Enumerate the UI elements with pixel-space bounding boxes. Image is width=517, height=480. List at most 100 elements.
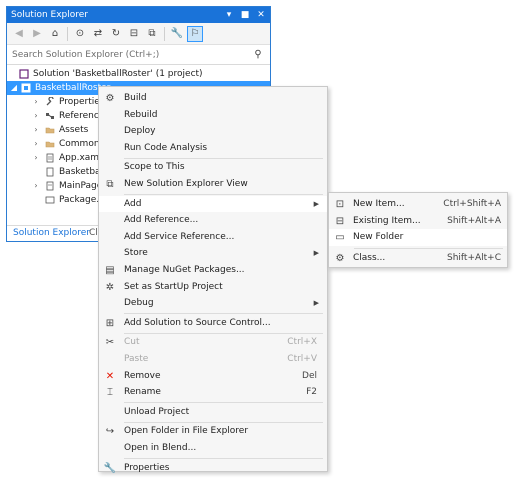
new-item-icon: ⊡	[335, 199, 345, 210]
menu-item-run-code-analysis[interactable]: Run Code Analysis	[99, 140, 327, 157]
menu-item-debug[interactable]: Debug ▶	[99, 295, 327, 312]
menu-item-set-as-startup-project[interactable]: ✲ Set as StartUp Project	[99, 279, 327, 296]
rename-icon: ⌶	[107, 387, 113, 399]
expand-arrow-icon[interactable]: ›	[31, 179, 41, 193]
submenu-arrow-icon: ▶	[313, 299, 319, 308]
back-icon[interactable]: ◀	[11, 26, 27, 42]
menu-item-label: Existing Item...	[353, 215, 421, 226]
menu-item-deploy[interactable]: Deploy	[99, 123, 327, 140]
search-placeholder: Search Solution Explorer (Ctrl+;)	[12, 50, 160, 60]
tab-solution-explorer[interactable]: Solution Explorer	[9, 226, 94, 241]
open-folder-icon: ↪	[105, 426, 115, 438]
menu-item-label: New Item...	[353, 199, 405, 209]
tree-item-label: Common	[59, 139, 100, 149]
sync-icon[interactable]: ⇄	[90, 26, 106, 42]
menu-item-label: Store	[124, 248, 148, 259]
tree-item-solution[interactable]: Solution 'BasketballRoster' (1 project)	[7, 67, 270, 81]
menu-item-properties[interactable]: 🔧 Properties	[99, 460, 327, 477]
menu-item-label: Deploy	[124, 126, 156, 137]
menu-item-label: Paste	[124, 354, 149, 364]
menu-item-unload-project[interactable]: Unload Project	[99, 404, 327, 421]
remove-icon: ✕	[105, 370, 115, 382]
file-icon	[46, 167, 54, 177]
home-icon[interactable]: ⌂	[47, 26, 63, 42]
close-icon[interactable]: ✕	[256, 7, 266, 23]
class-icon: ⚙	[335, 252, 345, 264]
solution-explorer-toolbar: ◀ ▶ ⌂ ⊙ ⇄ ↻ ⊟ ⧉ 🔧 ⚐	[7, 23, 270, 45]
solution-icon	[19, 69, 29, 79]
preview-selected-items-icon[interactable]: ⚐	[187, 25, 203, 42]
menu-item-shortcut: F2	[306, 387, 317, 398]
refresh-icon[interactable]: ↻	[108, 26, 124, 42]
new-folder-icon: ▭	[335, 232, 345, 243]
expand-arrow-icon[interactable]: ›	[31, 95, 41, 109]
solution-explorer-title: Solution Explorer	[11, 10, 88, 20]
project-icon	[21, 83, 31, 93]
existing-item-icon: ⊟	[335, 215, 345, 227]
nuget-icon: ▤	[105, 265, 115, 276]
submenu-item-existing-item[interactable]: ⊟ Existing Item... Shift+Alt+A	[329, 213, 507, 230]
menu-item-label: Debug	[124, 298, 154, 309]
show-all-files-icon[interactable]: ⧉	[144, 26, 160, 42]
menu-item-label: Rebuild	[124, 109, 158, 120]
menu-item-cut[interactable]: ✂ Cut Ctrl+X	[99, 334, 327, 351]
menu-separator	[354, 247, 503, 249]
expand-arrow-icon[interactable]: ›	[31, 109, 41, 123]
properties-wrench-icon[interactable]: 🔧	[169, 26, 185, 42]
menu-item-label: Rename	[124, 387, 161, 398]
submenu-arrow-icon: ▶	[313, 199, 319, 208]
menu-item-label: Open Folder in File Explorer	[124, 426, 249, 437]
collapse-arrow-icon[interactable]: ◢	[9, 81, 19, 95]
menu-item-add[interactable]: Add ▶	[99, 195, 327, 213]
menu-item-label: Manage NuGet Packages...	[124, 265, 245, 275]
menu-item-add-service-reference[interactable]: Add Service Reference...	[99, 229, 327, 246]
submenu-item-new-item[interactable]: ⊡ New Item... Ctrl+Shift+A	[329, 196, 507, 213]
menu-item-label: Add Service Reference...	[124, 231, 235, 242]
references-icon	[46, 113, 54, 119]
menu-item-store[interactable]: Store ▶	[99, 245, 327, 262]
search-input[interactable]: Search Solution Explorer (Ctrl+;) ⚲	[7, 45, 270, 65]
menu-item-scope-to-this[interactable]: Scope to This	[99, 159, 327, 176]
menu-item-label: Run Code Analysis	[124, 142, 208, 153]
add-submenu: ⊡ New Item... Ctrl+Shift+A ⊟ Existing Item..…	[328, 192, 508, 268]
build-icon: ⚙	[105, 93, 115, 104]
gear-icon: ✲	[105, 281, 115, 293]
scissors-icon: ✂	[105, 337, 115, 349]
menu-item-build[interactable]: ⚙ Build	[99, 90, 327, 107]
submenu-item-new-folder[interactable]: ▭ New Folder	[329, 229, 507, 246]
menu-item-new-solution-explorer-view[interactable]: ⧉ New Solution Explorer View	[99, 176, 327, 193]
submenu-arrow-icon: ▶	[313, 249, 319, 258]
tree-item-label: App.xaml	[59, 153, 102, 163]
menu-item-open-in-blend[interactable]: Open in Blend...	[99, 440, 327, 457]
source-control-icon: ⊞	[105, 317, 115, 329]
menu-item-shortcut: Ctrl+X	[287, 337, 317, 348]
tree-item-label: Assets	[59, 125, 89, 135]
menu-item-label: Open in Blend...	[124, 443, 197, 453]
menu-item-rebuild[interactable]: Rebuild	[99, 107, 327, 124]
search-icon[interactable]: ⚲	[250, 45, 266, 65]
window-dropdown-icon[interactable]: ▾	[224, 7, 234, 23]
pending-changes-filter-icon[interactable]: ⊙	[72, 26, 88, 42]
menu-item-open-folder-in-file-explorer[interactable]: ↪ Open Folder in File Explorer	[99, 423, 327, 440]
menu-item-paste[interactable]: Paste Ctrl+V	[99, 351, 327, 368]
collapse-all-icon[interactable]: ⊟	[126, 26, 142, 42]
expand-arrow-icon[interactable]: ›	[31, 151, 41, 165]
forward-icon[interactable]: ▶	[29, 26, 45, 42]
xaml-file-icon	[46, 153, 54, 163]
menu-item-label: New Folder	[353, 232, 404, 242]
manifest-icon	[45, 196, 55, 204]
submenu-item-class[interactable]: ⚙ Class... Shift+Alt+C	[329, 250, 507, 267]
menu-item-rename[interactable]: ⌶ Rename F2	[99, 384, 327, 401]
xaml-file-icon	[46, 181, 54, 191]
auto-hide-pin-icon[interactable]: ■	[240, 7, 250, 23]
menu-item-add-reference[interactable]: Add Reference...	[99, 212, 327, 229]
expand-arrow-icon[interactable]: ›	[31, 137, 41, 151]
menu-item-label: Class...	[353, 252, 386, 263]
menu-item-manage-nuget-packages[interactable]: ▤ Manage NuGet Packages...	[99, 262, 327, 279]
menu-item-label: Add Reference...	[124, 215, 199, 226]
tree-item-label: Solution 'BasketballRoster' (1 project)	[33, 69, 203, 79]
context-menu: ⚙ Build Rebuild Deploy Run Code Analysis Scop…	[98, 86, 328, 474]
menu-item-add-solution-to-source-control[interactable]: ⊞ Add Solution to Source Control...	[99, 315, 327, 332]
menu-item-remove[interactable]: ✕ Remove Del	[99, 368, 327, 385]
expand-arrow-icon[interactable]: ›	[31, 123, 41, 137]
